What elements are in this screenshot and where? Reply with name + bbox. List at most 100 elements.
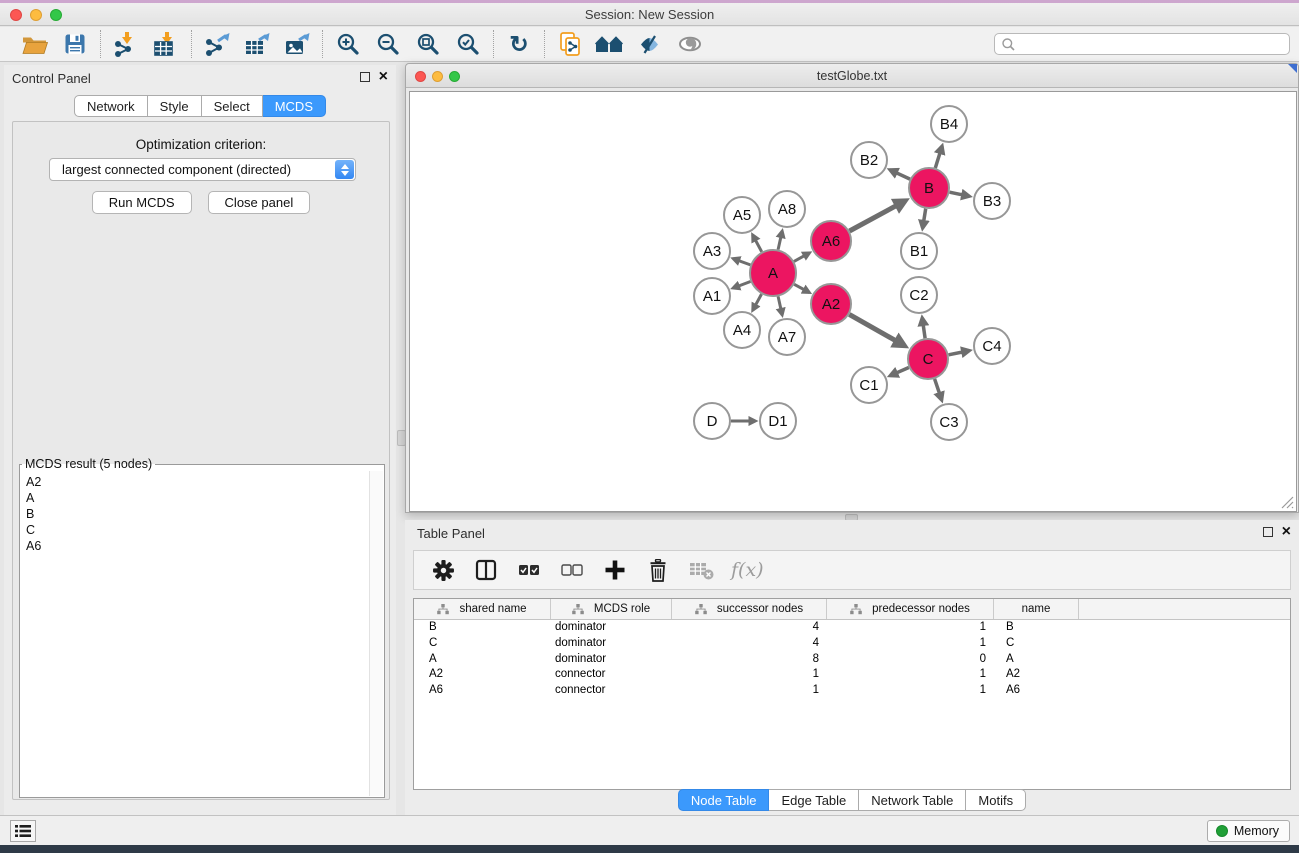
close-panel-icon[interactable]: × [379, 71, 388, 83]
resize-grip-icon[interactable] [1281, 496, 1294, 509]
close-table-panel-icon[interactable]: × [1282, 526, 1291, 538]
search-input[interactable] [1016, 35, 1289, 53]
network-zoom-button[interactable] [449, 71, 460, 82]
graph-node-B3[interactable]: B3 [974, 183, 1010, 219]
graph-edge-B-B2[interactable] [890, 170, 910, 179]
select-all-icon[interactable] [516, 557, 542, 583]
export-table-icon[interactable] [241, 29, 273, 59]
table-row[interactable]: Cdominator41C [414, 636, 1290, 652]
table-settings-gear-icon[interactable] [430, 557, 456, 583]
delete-column-trash-icon[interactable] [645, 557, 671, 583]
graph-edge-A-A7[interactable] [778, 296, 782, 315]
zoom-selected-icon[interactable] [452, 29, 484, 59]
graph-edge-A-A2[interactable] [794, 284, 809, 292]
graph-node-C1[interactable]: C1 [851, 367, 887, 403]
graph-edge-B-B1[interactable] [923, 209, 926, 229]
float-table-panel-icon[interactable] [1263, 527, 1273, 537]
graph-node-A4[interactable]: A4 [724, 312, 760, 348]
mcds-result-item[interactable]: A2 [26, 474, 369, 490]
graph-edge-A-A5[interactable] [753, 235, 762, 252]
tab-mcds[interactable]: MCDS [263, 95, 326, 117]
add-column-icon[interactable] [602, 557, 628, 583]
graph-node-B1[interactable]: B1 [901, 233, 937, 269]
graph-edge-A-A8[interactable] [778, 231, 782, 250]
graph-edge-A-A3[interactable] [733, 259, 750, 265]
import-table-icon[interactable] [150, 29, 182, 59]
tab-edge-table[interactable]: Edge Table [769, 789, 859, 811]
table-row[interactable]: Adominator80A [414, 652, 1290, 668]
zoom-fit-icon[interactable] [412, 29, 444, 59]
graph-node-A3[interactable]: A3 [694, 233, 730, 269]
close-window-button[interactable] [10, 9, 22, 21]
node-table[interactable]: shared nameMCDS rolesuccessor nodesprede… [413, 598, 1291, 790]
column-header-shared-name[interactable]: shared name [414, 599, 551, 619]
import-network-icon[interactable] [110, 29, 142, 59]
open-file-icon[interactable] [19, 29, 51, 59]
graph-edge-C-C2[interactable] [922, 318, 925, 338]
tab-style[interactable]: Style [148, 95, 202, 117]
mcds-result-item[interactable]: A6 [26, 538, 369, 554]
graph-edge-C-C1[interactable] [890, 368, 909, 376]
export-image-icon[interactable] [281, 29, 313, 59]
graph-node-D[interactable]: D [694, 403, 730, 439]
graph-node-A6[interactable]: A6 [811, 221, 851, 261]
graph-edge-A-A6[interactable] [794, 253, 810, 262]
graph-node-B[interactable]: B [909, 168, 949, 208]
graph-node-D1[interactable]: D1 [760, 403, 796, 439]
tab-motifs[interactable]: Motifs [966, 789, 1026, 811]
graph-edge-A6-B[interactable] [850, 201, 906, 231]
graph-edge-A-A1[interactable] [733, 282, 751, 289]
eye-icon[interactable] [674, 29, 706, 59]
run-mcds-button[interactable]: Run MCDS [92, 191, 192, 214]
mcds-result-list[interactable]: A2ABCA6 [21, 471, 369, 796]
float-panel-icon[interactable] [360, 72, 370, 82]
zoom-window-button[interactable] [50, 9, 62, 21]
network-minimize-button[interactable] [432, 71, 443, 82]
network-window-titlebar[interactable]: testGlobe.txt [406, 64, 1298, 88]
mcds-result-scrollbar[interactable] [369, 471, 383, 796]
close-panel-button[interactable]: Close panel [208, 191, 311, 214]
search-field[interactable] [994, 33, 1290, 55]
graph-edge-B-B4[interactable] [935, 146, 942, 168]
show-hide-panels-icon[interactable] [634, 29, 666, 59]
graph-node-A5[interactable]: A5 [724, 197, 760, 233]
deselect-all-icon[interactable] [559, 557, 585, 583]
graph-node-C2[interactable]: C2 [901, 277, 937, 313]
graph-node-C4[interactable]: C4 [974, 328, 1010, 364]
graph-edge-A2-C[interactable] [849, 314, 904, 345]
graph-edge-B-B3[interactable] [950, 192, 970, 196]
column-header-mcds-role[interactable]: MCDS role [551, 599, 672, 619]
graph-node-B4[interactable]: B4 [931, 106, 967, 142]
table-row[interactable]: A6connector11A6 [414, 683, 1290, 699]
graph-node-A[interactable]: A [750, 250, 796, 296]
clone-network-icon[interactable] [554, 29, 586, 59]
column-header-successor-nodes[interactable]: successor nodes [672, 599, 827, 619]
tab-select[interactable]: Select [202, 95, 263, 117]
network-canvas[interactable]: AA1A2A3A4A5A6A7A8BB1B2B3B4CC1C2C3C4DD1 [409, 91, 1297, 512]
table-row[interactable]: Bdominator41B [414, 620, 1290, 636]
graph-node-C3[interactable]: C3 [931, 404, 967, 440]
optimization-criterion-select[interactable]: largest connected component (directed) [49, 158, 356, 181]
graph-node-A1[interactable]: A1 [694, 278, 730, 314]
tab-node-table[interactable]: Node Table [678, 789, 770, 811]
zoom-out-icon[interactable] [372, 29, 404, 59]
tab-network-table[interactable]: Network Table [859, 789, 966, 811]
zoom-in-icon[interactable] [332, 29, 364, 59]
refresh-icon[interactable]: ↻ [503, 29, 535, 59]
network-close-button[interactable] [415, 71, 426, 82]
graph-node-B2[interactable]: B2 [851, 142, 887, 178]
table-row[interactable]: A2connector11A2 [414, 667, 1290, 683]
minimize-window-button[interactable] [30, 9, 42, 21]
column-header-predecessor-nodes[interactable]: predecessor nodes [827, 599, 994, 619]
graph-edge-C-C3[interactable] [935, 379, 942, 400]
save-session-icon[interactable] [59, 29, 91, 59]
mcds-result-item[interactable]: C [26, 522, 369, 538]
graph-node-A7[interactable]: A7 [769, 319, 805, 355]
mcds-result-item[interactable]: B [26, 506, 369, 522]
show-columns-icon[interactable] [473, 557, 499, 583]
task-history-button[interactable] [10, 820, 36, 842]
graph-edge-A-A4[interactable] [753, 294, 762, 310]
graph-node-C[interactable]: C [908, 339, 948, 379]
column-header-name[interactable]: name [994, 599, 1079, 619]
tab-network[interactable]: Network [74, 95, 148, 117]
